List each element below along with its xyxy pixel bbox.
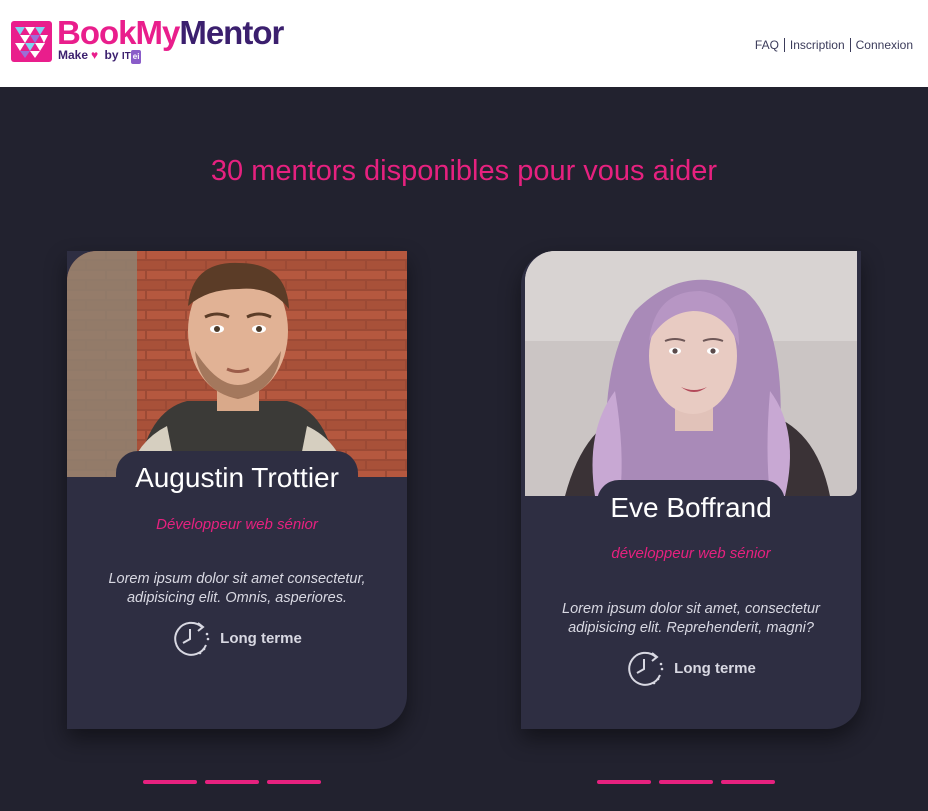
mentor-role: Développeur web sénior [156,516,318,533]
nav-connexion-link[interactable]: Connexion [856,38,913,52]
mentor-name: Augustin Trottier [116,451,358,501]
nav-inscription-link[interactable]: Inscription [790,38,845,52]
site-header: BookMyMentor Make ♥ by IT ei FAQ Inscripti… [0,0,928,87]
carousel-indicators [597,780,783,784]
logo-wordmark: BookMyMentor [57,14,284,51]
carousel-dot[interactable] [205,780,259,784]
mentor-duration: Long terme [67,619,407,657]
carousel-indicators [143,780,329,784]
mentor-description: Lorem ipsum dolor sit amet consectetur, … [108,571,366,606]
carousel-dot[interactable] [659,780,713,784]
nav-faq-link[interactable]: FAQ [755,38,779,52]
logo-mark-icon [11,21,52,62]
carousel-dot[interactable] [143,780,197,784]
mentor-card[interactable]: Eve Boffrand développeur web sénior Lore… [521,251,861,729]
heart-icon: ♥ [91,48,99,62]
nav-divider [849,38,851,52]
clock-icon [628,651,664,686]
carousel-dot[interactable] [267,780,321,784]
carousel-dot[interactable] [721,780,775,784]
clock-icon [174,621,210,656]
mentor-card[interactable]: Augustin Trottier Développeur web sénior… [67,251,407,729]
header-nav: FAQ Inscription Connexion [755,38,913,52]
mentor-photo [67,251,407,477]
page-title: 30 mentors disponibles pour vous aider [210,155,718,187]
mentor-name: Eve Boffrand [597,480,785,530]
mentor-photo [525,251,857,496]
mentor-duration: Long terme [521,649,861,687]
mentor-description: Lorem ipsum dolor sit amet, consectetur … [562,601,820,636]
mentor-role: développeur web sénior [611,545,771,562]
logo-tagline: Make ♥ by IT ei [58,48,142,64]
nav-divider [783,38,785,52]
bookmymentor-logo[interactable]: BookMyMentor Make ♥ by IT ei [11,14,301,66]
carousel-dot[interactable] [597,780,651,784]
